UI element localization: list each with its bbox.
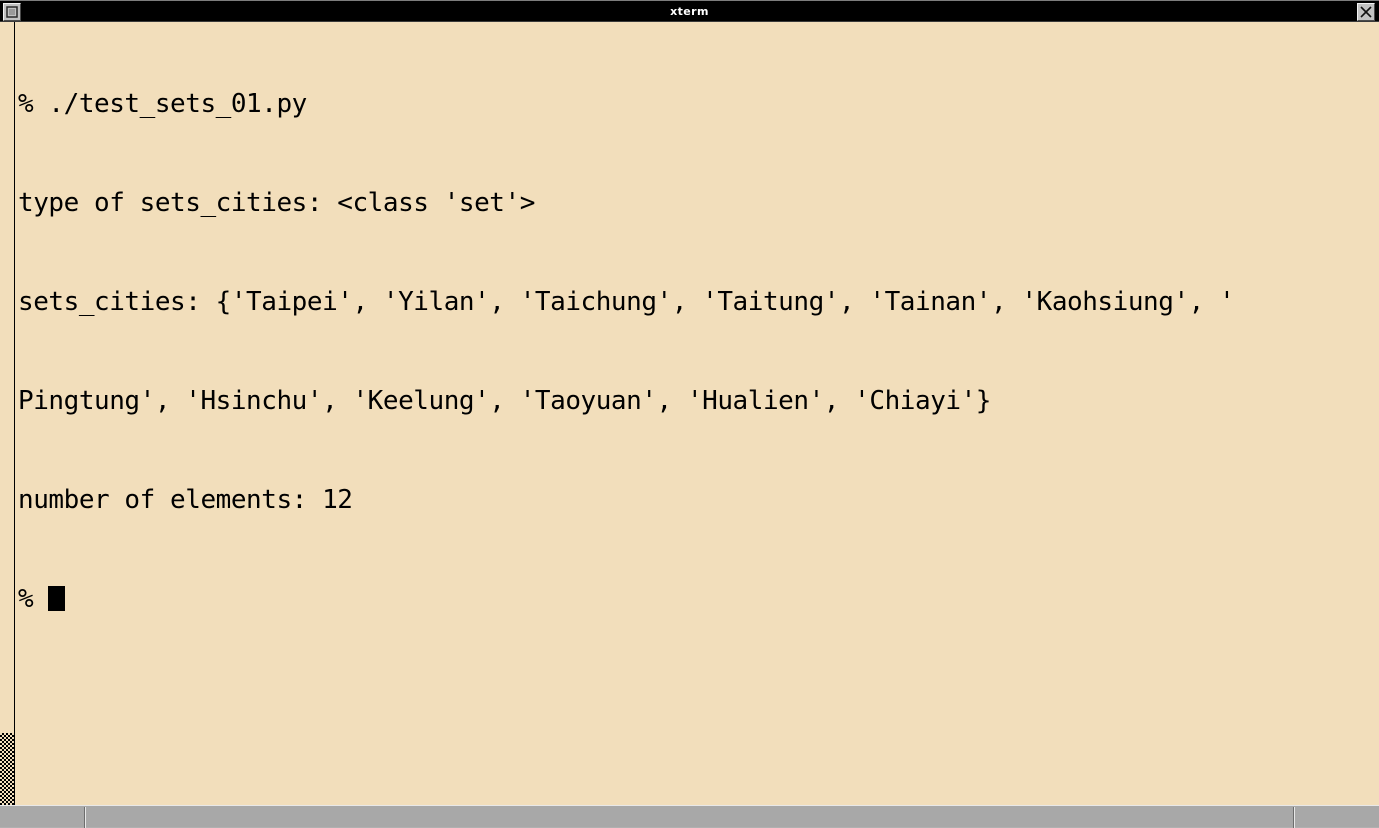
terminal-line: % ./test_sets_01.py	[18, 89, 307, 119]
resize-grip-right[interactable]	[1293, 807, 1295, 828]
terminal-line: type of sets_cities: <class 'set'>	[18, 188, 535, 218]
xterm-window: xterm % ./test_sets_01.py type of sets_c…	[0, 0, 1379, 828]
close-icon[interactable]	[1357, 3, 1375, 21]
window-title: xterm	[670, 5, 709, 18]
terminal-line: number of elements: 12	[18, 485, 353, 515]
scrollbar-thumb[interactable]	[0, 733, 14, 805]
terminal-screen[interactable]: % ./test_sets_01.py type of sets_cities:…	[16, 22, 1379, 805]
shell-prompt: %	[18, 584, 49, 614]
title-bar[interactable]: xterm	[0, 0, 1379, 22]
terminal-line: Pingtung', 'Hsinchu', 'Keelung', 'Taoyua…	[18, 386, 992, 416]
vertical-scrollbar[interactable]	[0, 22, 15, 805]
terminal-line: sets_cities: {'Taipei', 'Yilan', 'Taichu…	[18, 287, 1235, 317]
terminal-area[interactable]: % ./test_sets_01.py type of sets_cities:…	[0, 22, 1379, 805]
terminal-prompt-line[interactable]: %	[16, 583, 1379, 616]
resize-bar[interactable]	[0, 805, 1379, 828]
resize-grip-left[interactable]	[84, 807, 86, 828]
block-cursor-icon	[48, 586, 66, 611]
